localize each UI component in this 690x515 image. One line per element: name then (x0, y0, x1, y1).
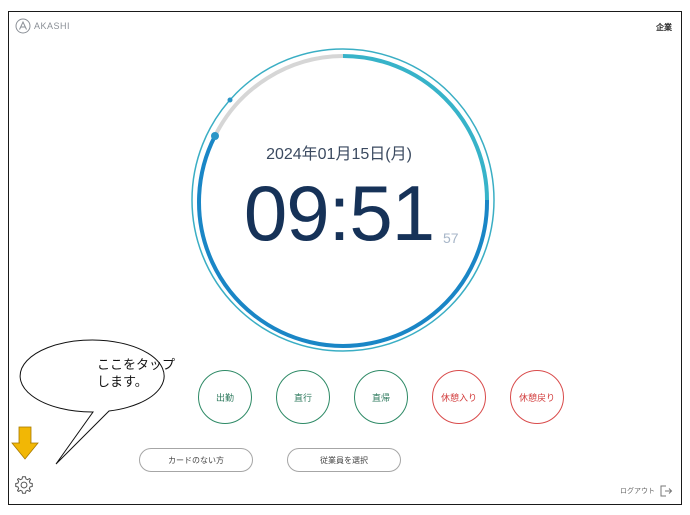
annotation-line-2: します。 (97, 375, 148, 390)
settings-gear-button[interactable] (13, 474, 35, 500)
app-frame: AKASHI 企業 2024年01月15日(月) 09:51 57 出勤 直行 … (8, 11, 682, 505)
logout-icon (660, 485, 673, 497)
down-arrow-icon (11, 426, 39, 460)
logout-button[interactable]: ログアウト (620, 484, 673, 498)
gear-icon (15, 476, 33, 494)
annotation-overlay (11, 339, 165, 465)
logout-label: ログアウト (620, 487, 655, 495)
annotation-text: ここをタップ します。 (97, 357, 175, 391)
annotation-line-1: ここをタップ (97, 358, 176, 373)
